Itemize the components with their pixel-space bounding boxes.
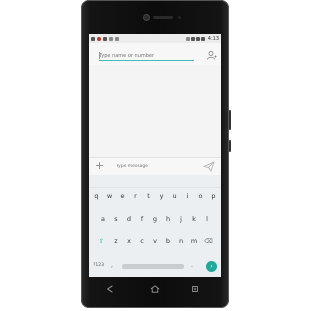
conversation-area [89,65,221,157]
key-u[interactable]: u [168,192,181,201]
lock-icon [109,36,113,41]
period-key[interactable]: . [191,262,193,269]
key-e[interactable]: e [116,192,129,201]
phone-screen: 4:13 + [89,34,221,277]
volume-button [229,110,231,130]
comma-key[interactable]: , [111,262,113,269]
compose-row: + [89,157,221,175]
backspace-key[interactable]: ⌫ [201,237,217,246]
key-v[interactable]: v [149,237,162,246]
power-button [229,140,231,152]
key-t[interactable]: t [142,192,155,201]
key-q[interactable]: q [90,192,103,201]
symbols-key[interactable]: ?123 [93,263,104,268]
wifi-icon [190,36,195,41]
key-l[interactable]: l [201,215,214,224]
enter-key[interactable]: › [206,261,217,272]
key-g[interactable]: g [149,215,162,224]
key-s[interactable]: s [110,215,123,224]
shift-key[interactable]: ⇧ [94,237,110,246]
message-input[interactable] [116,163,186,170]
status-time: 4:13 [207,35,219,42]
key-b[interactable]: b [162,237,175,246]
key-x[interactable]: x [123,237,136,246]
attach-icon[interactable]: + [94,160,105,171]
key-row-bottom: ?123 , . › [89,261,221,273]
message-icon [103,36,107,41]
front-camera [144,15,149,20]
key-w[interactable]: w [103,192,116,201]
key-h[interactable]: h [162,215,175,224]
suggestion-strip [89,175,221,188]
home-icon[interactable] [150,285,160,293]
vibrate-icon [185,36,190,41]
proximity-sensor [178,16,181,19]
recipient-row [89,43,221,65]
key-n[interactable]: n [175,237,188,246]
text-cursor [99,52,100,59]
recent-apps-icon[interactable] [191,285,199,293]
earpiece-speaker [153,16,173,19]
key-c[interactable]: c [136,237,149,246]
status-bar: 4:13 [89,34,221,43]
send-icon[interactable] [203,161,215,172]
status-right-group: 4:13 [185,36,221,42]
navigation-bar [81,285,229,297]
phone-device: 4:13 + [81,0,231,308]
key-j[interactable]: j [175,215,188,224]
key-r[interactable]: r [129,192,142,201]
add-contact-icon[interactable] [206,50,217,61]
on-screen-keyboard: q w e r t y u i o p a s d f g h j k l ⇧ … [89,175,221,277]
key-y[interactable]: y [155,192,168,201]
back-icon[interactable] [106,285,114,293]
space-key[interactable] [122,264,184,269]
key-row-3: ⇧ z x c v b n m ⌫ [89,237,221,246]
notification-icon [91,36,95,41]
key-d[interactable]: d [123,215,136,224]
key-a[interactable]: a [97,215,110,224]
key-row-1: q w e r t y u i o p [89,192,221,201]
alert-icon [97,36,101,41]
signal-icon [195,36,200,41]
battery-icon [200,36,205,41]
image-icon [115,36,119,41]
key-f[interactable]: f [136,215,149,224]
key-k[interactable]: k [188,215,201,224]
key-p[interactable]: p [207,192,220,201]
key-row-2: a s d f g h j k l [89,215,221,224]
recipient-input[interactable] [99,52,194,61]
key-o[interactable]: o [194,192,207,201]
key-z[interactable]: z [110,237,123,246]
key-i[interactable]: i [181,192,194,201]
key-m[interactable]: m [188,237,201,246]
